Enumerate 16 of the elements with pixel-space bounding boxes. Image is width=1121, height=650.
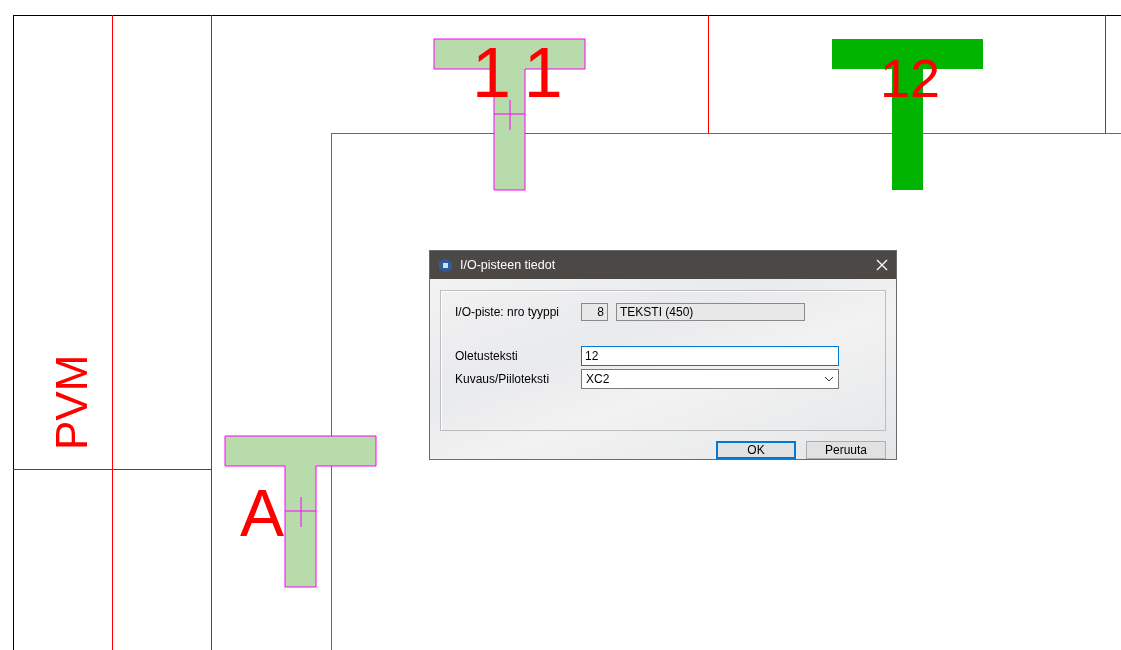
chevron-down-icon [824, 376, 834, 382]
dialog-title: I/O-pisteen tiedot [460, 258, 557, 272]
field-label: Kuvaus/Piiloteksti [455, 372, 551, 386]
field-label: Oletusteksti [455, 349, 519, 363]
symbol-label: 11 [472, 34, 581, 112]
app-logo-icon [438, 257, 453, 273]
ok-button[interactable]: OK [716, 441, 796, 459]
number-field: 8 [581, 303, 608, 321]
cancel-button[interactable]: Peruuta [806, 441, 886, 459]
close-icon[interactable] [876, 259, 888, 271]
vertical-label: PVM [47, 354, 96, 450]
input-field[interactable]: 12 [581, 346, 839, 366]
field-label: I/O-piste: nro tyyppi [455, 305, 561, 319]
symbol-label: A [240, 476, 285, 550]
type-field: TEKSTI (450) [616, 303, 805, 321]
dropdown[interactable]: XC2 [581, 369, 839, 389]
